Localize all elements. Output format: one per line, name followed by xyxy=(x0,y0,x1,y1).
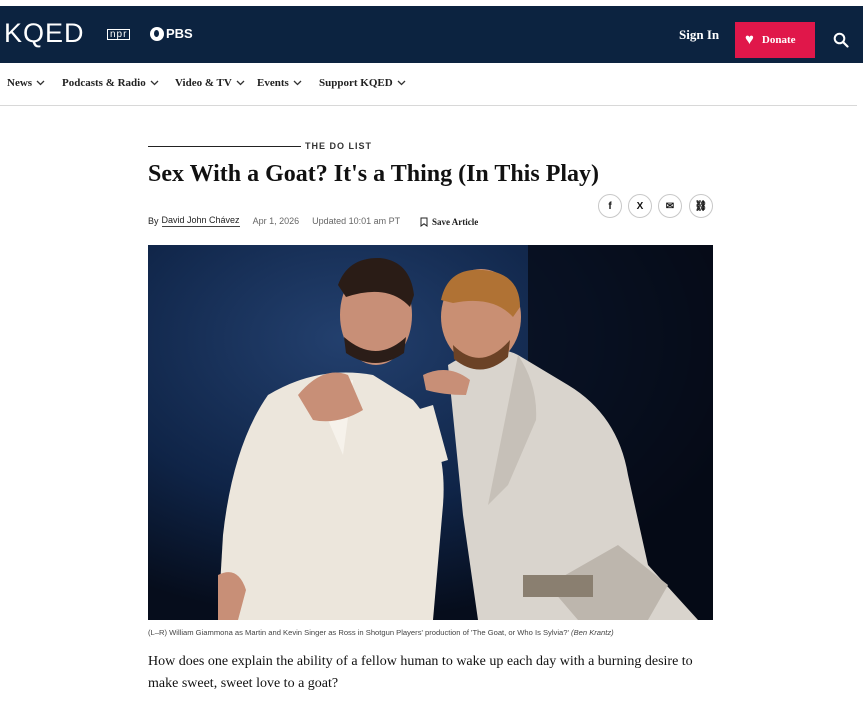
pbs-label: PBS xyxy=(166,26,193,41)
nav-item-video-tv[interactable]: Video & TV xyxy=(175,77,245,89)
kqed-logo[interactable]: KQED xyxy=(4,18,85,48)
sign-in-link[interactable]: Sign In xyxy=(679,27,719,43)
site-header: KQED npr PBS Sign In ♥ Donate xyxy=(0,6,863,63)
article-title: Sex With a Goat? It's a Thing (In This P… xyxy=(148,161,600,187)
heart-icon: ♥ xyxy=(745,31,754,48)
nav-item-label: Video & TV xyxy=(175,77,232,89)
donate-label: Donate xyxy=(761,34,796,46)
email-icon: ✉ xyxy=(665,200,675,212)
facebook-share-button[interactable]: f xyxy=(598,194,622,218)
save-article-button[interactable]: Save Article xyxy=(420,216,478,228)
category-kicker[interactable]: THE DO LIST xyxy=(305,140,372,152)
nav-item-podcasts-radio[interactable]: Podcasts & Radio xyxy=(62,77,159,89)
nav-item-support-kqed[interactable]: Support KQED xyxy=(319,77,406,89)
nav-item-label: News xyxy=(7,77,33,89)
chevron-down-icon xyxy=(397,80,406,86)
main-nav: News Podcasts & Radio Video & TV Events … xyxy=(0,63,857,106)
article-photo xyxy=(148,245,713,620)
email-share-button[interactable]: ✉ xyxy=(658,194,682,218)
updated-time: Updated 10:01 am PT xyxy=(312,215,401,226)
nav-item-label: Support KQED xyxy=(319,77,393,89)
save-article-label: Save Article xyxy=(432,217,479,227)
nav-item-events[interactable]: Events xyxy=(257,77,302,89)
caption-text: (L–R) William Giammona as Martin and Kev… xyxy=(148,628,569,637)
chevron-down-icon xyxy=(36,80,45,86)
link-icon: ⛓ xyxy=(694,200,708,212)
pbs-icon xyxy=(150,27,164,41)
pbs-logo: PBS xyxy=(150,26,193,42)
nav-item-news[interactable]: News xyxy=(7,77,45,89)
publish-date: Apr 1, 2026 xyxy=(252,215,300,226)
nav-item-label: Podcasts & Radio xyxy=(62,77,146,89)
bookmark-icon xyxy=(420,217,428,227)
npr-logo: npr xyxy=(107,29,131,40)
x-share-button[interactable]: X xyxy=(628,194,652,218)
stage-photo xyxy=(148,245,713,620)
facebook-icon: f xyxy=(608,200,612,212)
chevron-down-icon xyxy=(150,80,159,86)
photo-credit: (Ben Krantz) xyxy=(571,628,614,637)
byline-prefix: By xyxy=(148,215,159,226)
photo-caption: (L–R) William Giammona as Martin and Kev… xyxy=(148,628,614,638)
chevron-down-icon xyxy=(293,80,302,86)
x-icon: X xyxy=(636,200,644,212)
article-lede: How does one explain the ability of a fe… xyxy=(148,654,693,691)
byline: By David John Chávez Apr 1, 2026 Updated… xyxy=(148,214,400,227)
donate-button[interactable]: ♥ Donate xyxy=(735,22,815,58)
author-link[interactable]: David John Chávez xyxy=(161,214,240,227)
kicker-rule xyxy=(148,146,301,147)
nav-item-label: Events xyxy=(257,77,289,89)
copy-link-button[interactable]: ⛓ xyxy=(689,194,713,218)
search-icon[interactable] xyxy=(833,32,849,48)
chevron-down-icon xyxy=(236,80,245,86)
